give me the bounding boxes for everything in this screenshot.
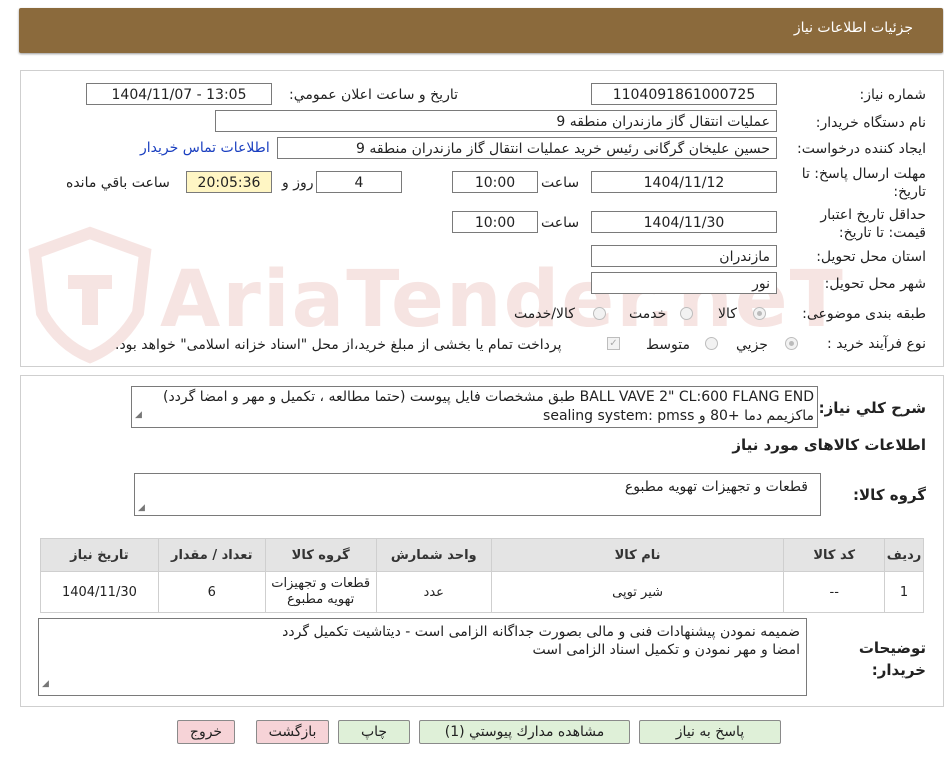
- goods-group-field: قطعات و تجهیزات تهویه مطبوع ◢: [134, 473, 821, 516]
- print-button[interactable]: چاپ: [338, 720, 410, 744]
- description-text: BALL VAVE 2" CL:600 FLANG END طبق مشخصات…: [131, 386, 818, 428]
- announce-label: تاریخ و ساعت اعلان عمومي:: [289, 87, 458, 103]
- buyer-notes-field: ضمیمه نمودن پیشنهادات فنی و مالی بصورت ج…: [38, 618, 807, 696]
- need-number-field: 1104091861000725: [591, 83, 777, 105]
- buyer-notes-line-2: امضا و مهر نمودن و تکمیل اسناد الزامی اس…: [532, 642, 800, 658]
- cell-quantity: 6: [157, 571, 266, 613]
- requester-label: ایجاد کننده درخواست:: [797, 141, 926, 157]
- items-table: ردیف کد کالا نام کالا واحد شمارش گروه کا…: [40, 538, 924, 613]
- city-label: شهر محل تحویل:: [824, 276, 926, 292]
- description-line-2: ماکزیمم دما +80 و sealing system: pmss: [543, 408, 814, 424]
- col-item-name: نام کالا: [490, 538, 785, 572]
- goods-group-label: گروه کالا:: [853, 486, 926, 504]
- category-label: طبقه بندی موضوعی:: [802, 306, 926, 322]
- deadline-label: مهلت ارسال پاسخ: تا تاریخ:: [801, 166, 926, 200]
- col-need-date: تاریخ نیاز: [40, 538, 159, 572]
- cell-need-date: 1404/11/30: [40, 571, 159, 613]
- province-label: استان محل تحویل:: [816, 249, 926, 265]
- process-option-minor: جزیي: [736, 337, 768, 353]
- process-option-medium: متوسط: [646, 337, 690, 353]
- cell-item-group: قطعات و تجهیزات تهویه مطبوع: [264, 571, 377, 613]
- category-radio-both[interactable]: [593, 307, 606, 320]
- buyer-org-label: نام دستگاه خریدار:: [815, 115, 926, 131]
- remaining-time-label: ساعت باقي مانده: [66, 175, 170, 191]
- city-field: نور: [591, 272, 777, 294]
- exit-button[interactable]: خروج: [177, 720, 235, 744]
- deadline-time-field: 10:00: [452, 171, 538, 193]
- province-field: مازندران: [591, 245, 777, 267]
- category-option-both: کالا/خدمت: [514, 306, 575, 322]
- category-option-goods: کالا: [718, 306, 737, 322]
- process-radio-minor[interactable]: [785, 337, 798, 350]
- cell-item-name: شیر توپی: [490, 571, 785, 613]
- days-label: روز و: [282, 175, 314, 191]
- validity-time-field: 10:00: [452, 211, 538, 233]
- goods-group-value: قطعات و تجهیزات تهویه مطبوع: [624, 479, 808, 495]
- cell-unit: عدد: [375, 571, 492, 613]
- buyer-notes-label: توضیحات خریدار:: [858, 639, 926, 679]
- page-header: جزئیات اطلاعات نیاز: [19, 8, 943, 53]
- category-radio-service[interactable]: [680, 307, 693, 320]
- days-remaining-field: 4: [316, 171, 402, 193]
- goods-section-title: اطلاعات کالاهای مورد نیاز: [732, 436, 926, 454]
- deadline-time-label: ساعت: [541, 175, 580, 191]
- col-item-group: گروه کالا: [264, 538, 377, 572]
- announce-datetime-field: 1404/11/07 - 13:05: [86, 83, 272, 105]
- treasury-payment-checkbox[interactable]: ✓: [607, 337, 620, 350]
- buyer-org-field: عملیات انتقال گاز مازندران منطقه 9: [215, 110, 777, 132]
- validity-date-field: 1404/11/30: [591, 211, 777, 233]
- treasury-payment-note: پرداخت تمام یا بخشی از مبلغ خرید،از محل …: [115, 337, 562, 353]
- need-number-label: شماره نیاز:: [859, 87, 927, 103]
- remaining-time-field: 20:05:36: [186, 171, 272, 193]
- table-row: 1 -- شیر توپی عدد قطعات و تجهیزات تهویه …: [40, 571, 924, 613]
- buyer-contact-link[interactable]: اطلاعات تماس خریدار: [140, 140, 270, 156]
- table-header-row: ردیف کد کالا نام کالا واحد شمارش گروه کا…: [40, 538, 924, 572]
- col-unit: واحد شمارش: [375, 538, 492, 572]
- validity-time-label: ساعت: [541, 215, 580, 231]
- resize-grip-icon[interactable]: ◢: [138, 503, 145, 513]
- description-label: شرح کلي نياز:: [818, 399, 926, 417]
- description-line-1: BALL VAVE 2" CL:600 FLANG END طبق مشخصات…: [162, 389, 814, 405]
- cell-row-number: 1: [884, 571, 924, 613]
- category-radio-goods[interactable]: [753, 307, 766, 320]
- back-button[interactable]: بازگشت: [256, 720, 329, 744]
- page-title: جزئیات اطلاعات نیاز: [793, 20, 913, 36]
- col-quantity: تعداد / مقدار: [157, 538, 266, 572]
- cell-item-code: --: [783, 571, 886, 613]
- resize-grip-icon[interactable]: ◢: [135, 406, 142, 425]
- col-row-number: ردیف: [884, 538, 924, 572]
- watermark-text: AriaTender.neT: [160, 255, 845, 345]
- reply-to-need-button[interactable]: پاسخ به نیاز: [639, 720, 781, 744]
- col-item-code: کد کالا: [783, 538, 886, 572]
- view-attachments-button[interactable]: مشاهده مدارك پیوستي (1): [419, 720, 630, 744]
- deadline-date-field: 1404/11/12: [591, 171, 777, 193]
- requester-field: حسین علیخان گرگانی رئیس خرید عملیات انتق…: [277, 137, 777, 159]
- category-option-service: خدمت: [629, 306, 667, 322]
- validity-label: حداقل تاریخ اعتبار قیمت: تا تاریخ:: [820, 207, 926, 241]
- buyer-notes-line-1: ضمیمه نمودن پیشنهادات فنی و مالی بصورت ج…: [282, 624, 800, 640]
- process-type-label: نوع فرآیند خرید :: [827, 336, 926, 352]
- process-radio-medium[interactable]: [705, 337, 718, 350]
- resize-grip-icon[interactable]: ◢: [42, 675, 49, 693]
